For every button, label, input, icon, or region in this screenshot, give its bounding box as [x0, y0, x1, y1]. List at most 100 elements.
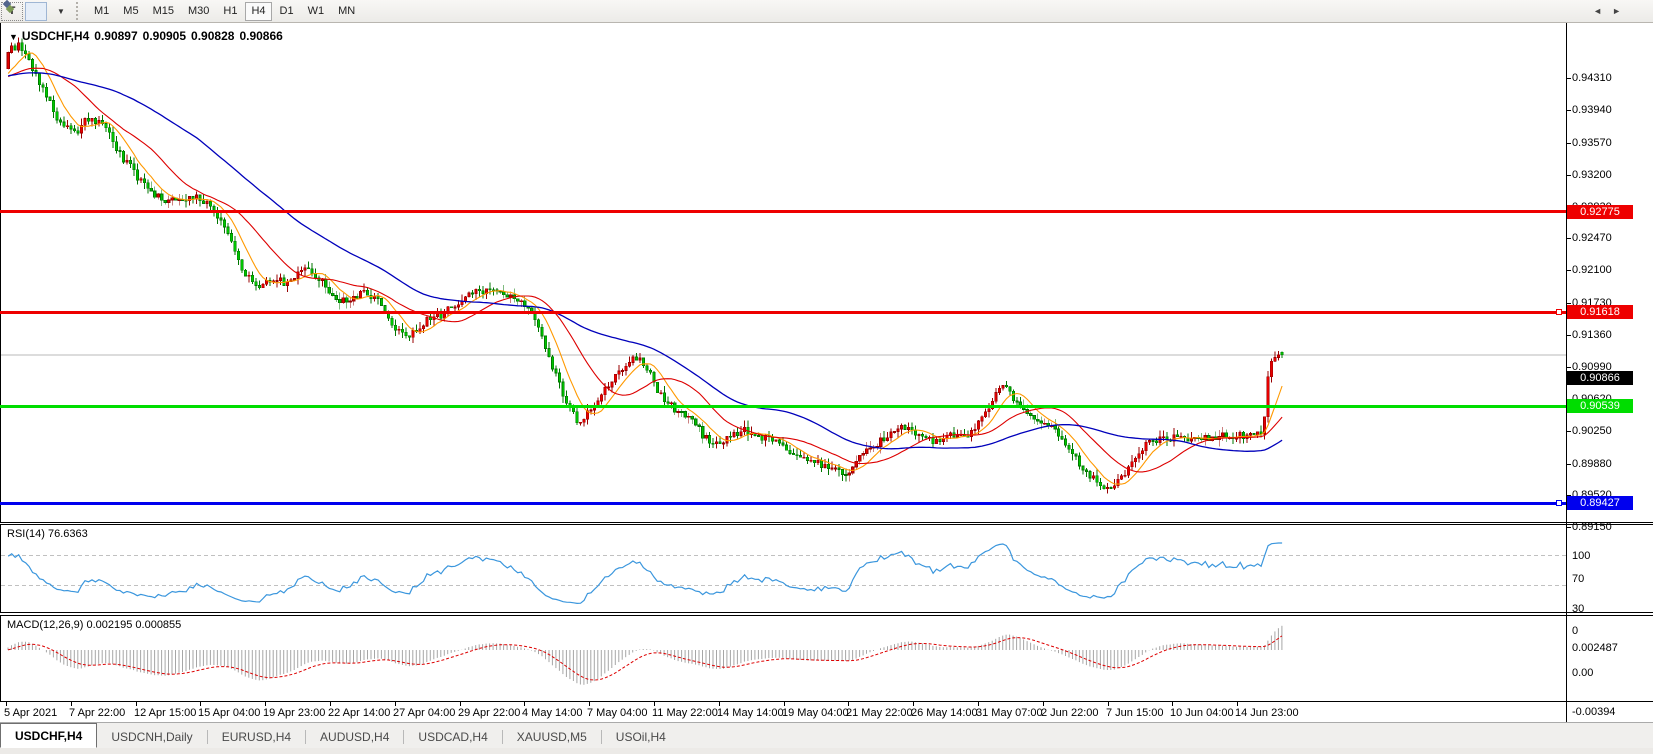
timeframe-button-d1[interactable]: D1 — [274, 2, 300, 21]
price-tick-mark — [1566, 143, 1571, 144]
time-tick-label: 29 Apr 22:00 — [458, 707, 520, 719]
time-tick-mark — [784, 702, 785, 706]
timeframe-button-h1[interactable]: H1 — [217, 2, 243, 21]
price-tick-mark — [1566, 78, 1571, 79]
price-tick-mark — [1566, 303, 1571, 304]
price-tick-mark — [1566, 367, 1571, 368]
level-price-label: 0.92775 — [1567, 205, 1633, 219]
price-tick-mark — [1566, 270, 1571, 271]
current-price-label: 0.90866 — [1567, 371, 1633, 385]
tab-scroll-right-icon[interactable]: ► — [1612, 6, 1631, 16]
horizontal-level-line[interactable] — [0, 311, 1566, 314]
chart-tab-usoil[interactable]: USOil,H4 — [602, 725, 680, 748]
chart-title: ▼USDCHF,H40.908970.909050.908280.90866 — [9, 29, 288, 43]
time-tick-mark — [6, 702, 7, 706]
price-tick-mark — [1566, 238, 1571, 239]
time-tick-label: 15 Apr 04:00 — [198, 707, 260, 719]
chart-tab-audusd[interactable]: AUDUSD,H4 — [306, 725, 403, 748]
timeframe-button-m5[interactable]: M5 — [117, 2, 144, 21]
time-tick-label: 21 May 22:00 — [846, 707, 913, 719]
chart-tab-eurusd[interactable]: EURUSD,H4 — [208, 725, 305, 748]
chart-tab-usdchf[interactable]: USDCHF,H4 — [0, 723, 97, 748]
price-tick-mark — [1566, 527, 1571, 528]
top-toolbar: T ▼ M1M5M15M30H1H4D1W1MN — [0, 0, 1653, 23]
candlestick-chart[interactable] — [1, 23, 1567, 522]
timeframe-button-w1[interactable]: W1 — [302, 2, 331, 21]
macd-axis-label: 0.002487 — [1572, 642, 1648, 654]
time-tick-mark — [265, 702, 266, 706]
price-tick-label: 0.89150 — [1572, 521, 1648, 534]
rsi-axis-label: 0 — [1572, 625, 1648, 637]
level-price-label: 0.89427 — [1567, 496, 1633, 510]
price-tick-label: 0.91360 — [1572, 329, 1648, 342]
chevron-down-icon: ▼ — [57, 7, 65, 16]
time-tick-label: 26 May 14:00 — [911, 707, 978, 719]
time-tick-label: 31 May 07:00 — [976, 707, 1043, 719]
time-axis[interactable]: 5 Apr 2021 7 Apr 22:00 12 Apr 15:00 15 A… — [0, 701, 1653, 722]
time-tick-mark — [1108, 702, 1109, 706]
macd-pane[interactable]: MACD(12,26,9) 0.002195 0.000855 — [0, 616, 1566, 701]
price-tick-label: 0.92470 — [1572, 232, 1648, 245]
price-tick-label: 0.92100 — [1572, 264, 1648, 277]
price-tick-mark — [1566, 431, 1571, 432]
time-tick-label: 12 Apr 15:00 — [134, 707, 196, 719]
macd-chart[interactable] — [1, 616, 1567, 701]
time-tick-mark — [395, 702, 396, 706]
indicators-dropdown-button[interactable]: ▼ — [49, 2, 71, 21]
price-pane[interactable]: ▼USDCHF,H40.908970.909050.908280.90866 — [0, 23, 1566, 522]
tab-scroll-arrows: ◄► — [1593, 6, 1631, 16]
time-tick-mark — [848, 702, 849, 706]
time-tick-mark — [719, 702, 720, 706]
time-tick-label: 7 Apr 22:00 — [69, 707, 125, 719]
time-tick-mark — [978, 702, 979, 706]
time-tick-label: 10 Jun 04:00 — [1170, 707, 1234, 719]
rsi-pane[interactable]: RSI(14) 76.6363 — [0, 525, 1566, 612]
ohlc-low: 0.90828 — [191, 29, 234, 43]
level-handle[interactable] — [1556, 500, 1562, 506]
level-handle[interactable] — [1556, 309, 1562, 315]
chart-tab-xauusd[interactable]: XAUUSD,M5 — [503, 725, 601, 748]
chart-tab-usdcad[interactable]: USDCAD,H4 — [404, 725, 501, 748]
time-tick-mark — [524, 702, 525, 706]
time-tick-label: 19 May 04:00 — [782, 707, 849, 719]
macd-axis-label: -0.00394 — [1572, 706, 1648, 718]
ohlc-close: 0.90866 — [239, 29, 282, 43]
chart-tab-bar: USDCHF,H4USDCNH,DailyEURUSD,H4AUDUSD,H4U… — [0, 722, 1653, 748]
time-tick-label: 14 Jun 23:00 — [1235, 707, 1299, 719]
time-tick-mark — [1172, 702, 1173, 706]
price-tick-label: 0.93940 — [1572, 104, 1648, 117]
time-tick-mark — [200, 702, 201, 706]
time-tick-label: 7 Jun 15:00 — [1106, 707, 1164, 719]
level-price-label: 0.90539 — [1567, 399, 1633, 413]
indicators-button[interactable] — [25, 2, 47, 21]
time-tick-mark — [460, 702, 461, 706]
indicators-icon — [0, 0, 15, 13]
rsi-chart[interactable] — [1, 525, 1567, 612]
timeframe-button-mn[interactable]: MN — [332, 2, 361, 21]
time-tick-mark — [136, 702, 137, 706]
chart-window: ▼USDCHF,H40.908970.909050.908280.90866 R… — [0, 23, 1653, 723]
timeframe-button-h4[interactable]: H4 — [245, 2, 271, 21]
tab-scroll-left-icon[interactable]: ◄ — [1593, 6, 1612, 16]
price-tick-label: 0.93200 — [1572, 169, 1648, 182]
horizontal-level-line[interactable] — [0, 502, 1566, 505]
symbol-dropdown-icon[interactable]: ▼ — [9, 32, 18, 42]
timeframe-button-m15[interactable]: M15 — [147, 2, 180, 21]
price-tick-label: 0.93570 — [1572, 137, 1648, 150]
rsi-axis-label: 70 — [1572, 573, 1648, 585]
time-tick-label: 5 Apr 2021 — [4, 707, 57, 719]
symbol-period: USDCHF,H4 — [22, 29, 89, 43]
time-tick-mark — [1043, 702, 1044, 706]
time-tick-label: 14 May 14:00 — [717, 707, 784, 719]
toolbar-grip[interactable] — [76, 2, 83, 20]
chart-tab-usdcnh[interactable]: USDCNH,Daily — [97, 725, 206, 748]
timeframe-button-m30[interactable]: M30 — [182, 2, 215, 21]
rsi-axis-label: 100 — [1572, 550, 1648, 562]
time-tick-label: 27 Apr 04:00 — [393, 707, 455, 719]
timeframe-button-m1[interactable]: M1 — [88, 2, 115, 21]
ohlc-open: 0.90897 — [94, 29, 137, 43]
horizontal-level-line[interactable] — [0, 210, 1566, 213]
rsi-label: RSI(14) 76.6363 — [7, 528, 88, 540]
horizontal-level-line[interactable] — [0, 405, 1566, 408]
time-tick-label: 11 May 22:00 — [652, 707, 718, 719]
